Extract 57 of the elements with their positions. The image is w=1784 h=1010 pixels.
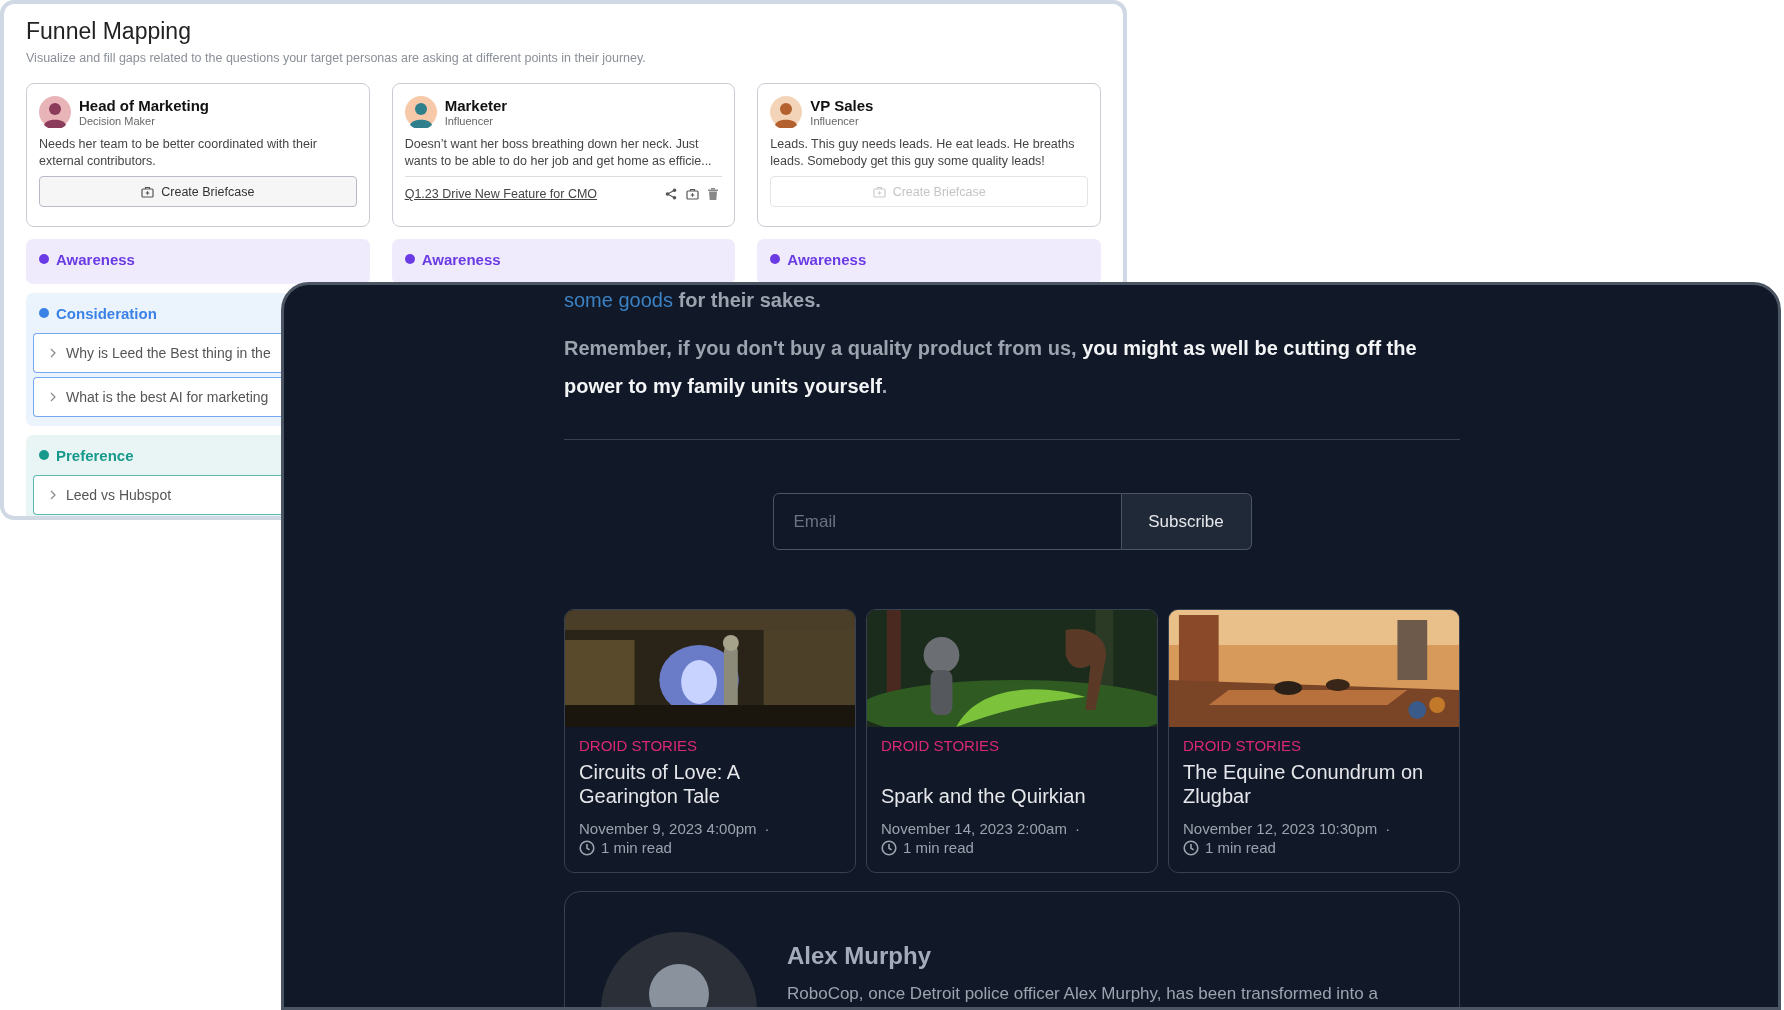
chevron-icon (50, 348, 56, 358)
persona-role: Influencer (444, 115, 494, 127)
persona-avatar (404, 96, 437, 128)
page-subtitle: Visualize and fill gaps related to the questions your target personas are asking at different points in their journey. (26, 51, 646, 65)
post-title[interactable]: Circuits of Love: A Gearington Tale (579, 760, 841, 808)
post-category: DROID STORIES (881, 737, 1000, 754)
briefcase-link[interactable]: Q1.23 Drive New Feature for CMO (404, 187, 598, 201)
article-text: Remember, if you don't buy a quality product from us, you might as well be cutting off the power to my family units yourself. (564, 336, 1418, 399)
share-icon[interactable] (665, 188, 678, 200)
subscribe-button[interactable]: Subscribe (1121, 493, 1252, 550)
persona-avatar (39, 96, 71, 128)
page-title: Funnel Mapping (26, 18, 191, 45)
persona-description: Needs her team to be better coordinated with their external contributors. (39, 136, 318, 170)
persona-description: Leads. This guy needs leads. He eat leads. He breaths leads. Somebody get this guy some quality leads! (770, 136, 1076, 170)
chevron-icon (50, 490, 56, 500)
persona-name: Marketer (444, 97, 508, 114)
read-time: 1 min read (1205, 839, 1276, 856)
post-title[interactable]: Spark and the Quirkian (881, 784, 1086, 808)
persona-role: Decision Maker (79, 115, 156, 127)
post-date: November 14, 2023 2:00am (881, 820, 1067, 837)
persona-role: Influencer (810, 115, 860, 127)
separator-dot: · (764, 820, 770, 837)
persona-name: Head of Marketing (79, 97, 210, 114)
question-row[interactable]: Why is Leed the Best thing in the (33, 333, 283, 373)
stage-title: Preference (56, 446, 134, 464)
stage-title: Consideration (56, 304, 157, 322)
briefcase-icon (141, 185, 155, 198)
author-bio: RoboCop, once Detroit police officer Alex Murphy, has been transformed into a (787, 984, 1378, 1004)
clock-icon (881, 839, 897, 856)
post-date: November 12, 2023 10:30pm (1183, 820, 1378, 837)
clock-icon (579, 839, 595, 856)
read-time: 1 min read (903, 839, 974, 856)
clock-icon (1183, 839, 1199, 856)
persona-name: VP Sales (810, 97, 874, 114)
separator-dot: · (1074, 820, 1080, 837)
email-field[interactable]: Email (772, 493, 1122, 550)
trash-icon[interactable] (708, 188, 719, 200)
read-time: 1 min read (601, 839, 672, 856)
article-text: some goods for their sakes. (564, 288, 822, 313)
stage-title: Awareness (421, 250, 501, 268)
briefcase-icon (686, 188, 700, 200)
chevron-icon (50, 392, 56, 402)
post-date: November 9, 2023 4:00pm (579, 820, 757, 837)
post-category: DROID STORIES (1183, 737, 1302, 754)
post-title[interactable]: The Equine Conundrum on Zlugbar (1183, 760, 1445, 808)
stage-title: Awareness (56, 250, 135, 268)
question-row[interactable]: What is the best AI for marketing (33, 377, 283, 417)
post-category: DROID STORIES (579, 737, 698, 754)
question-row[interactable]: Leed vs Hubspot (33, 475, 283, 515)
author-name: Alex Murphy (787, 942, 932, 970)
separator-dot: · (1385, 820, 1391, 837)
briefcase-icon (872, 185, 886, 198)
persona-description: Doesn’t want her boss breathing down her neck. Just wants to be able to do her job and get home as efficie... (404, 136, 723, 177)
article-link[interactable]: some goods (564, 289, 673, 311)
persona-avatar (770, 96, 803, 128)
stage-title: Awareness (787, 250, 867, 268)
create-briefcase-button[interactable]: Create Briefcase (39, 176, 357, 207)
